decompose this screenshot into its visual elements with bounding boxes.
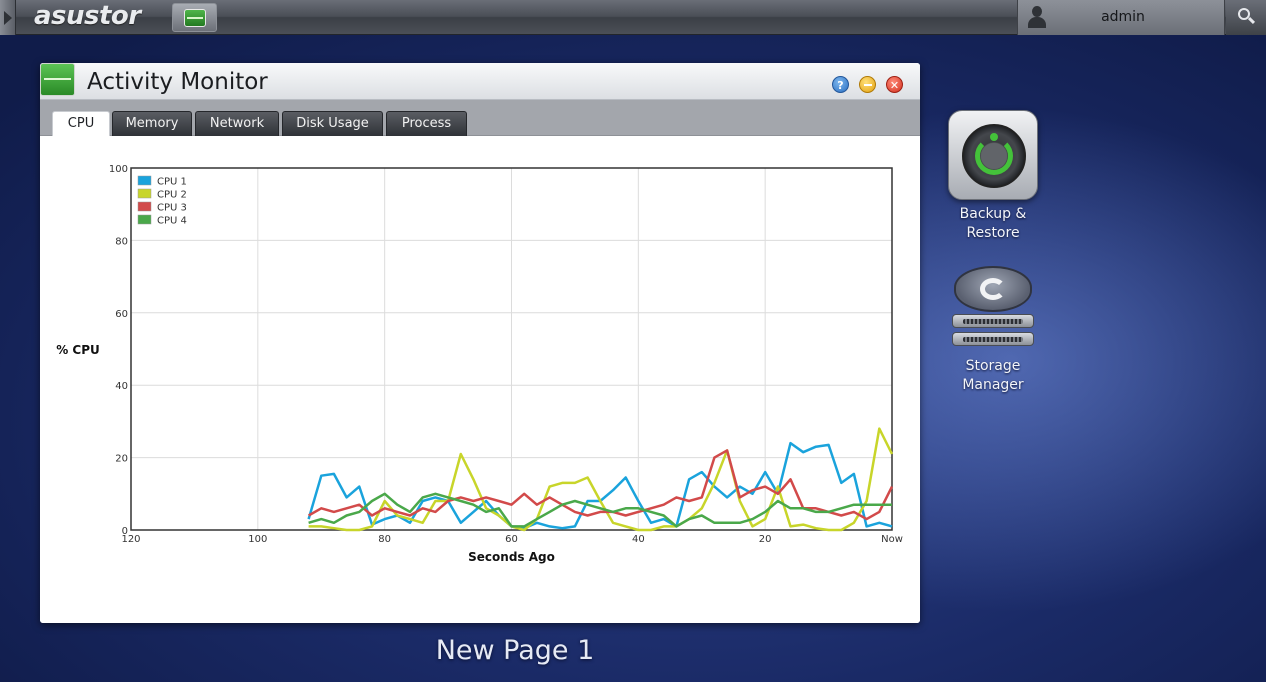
storage-manager-desktop-icon[interactable]: Storage Manager bbox=[943, 262, 1043, 395]
start-menu-handle[interactable] bbox=[0, 0, 16, 35]
window-title: Activity Monitor bbox=[87, 69, 268, 95]
activity-monitor-icon bbox=[184, 9, 206, 27]
question-icon: ? bbox=[837, 79, 844, 92]
activity-monitor-taskbar-button[interactable] bbox=[172, 3, 217, 32]
x-tick-label: 100 bbox=[248, 534, 267, 545]
backup-restore-icon bbox=[948, 110, 1038, 200]
legend-label: CPU 2 bbox=[157, 190, 187, 201]
tab-process[interactable]: Process bbox=[386, 111, 467, 136]
close-button[interactable]: ✕ bbox=[886, 76, 903, 93]
legend-swatch bbox=[137, 188, 152, 199]
legend-swatch bbox=[137, 201, 152, 212]
y-tick-label: 100 bbox=[109, 164, 128, 175]
x-tick-label: Now bbox=[881, 534, 903, 545]
cpu-usage-chart: 120 100 80 60 40 20 Now020406080100Seconds Ago… bbox=[56, 164, 903, 564]
taskbar: asustor admin bbox=[0, 0, 1266, 35]
tab-disk-usage[interactable]: Disk Usage bbox=[282, 111, 383, 136]
storage-manager-label: Storage Manager bbox=[962, 358, 1024, 393]
minus-icon bbox=[864, 84, 872, 86]
legend-label: CPU 3 bbox=[157, 203, 187, 214]
storage-manager-icon bbox=[948, 262, 1038, 352]
wrench-icon bbox=[980, 278, 1006, 300]
close-icon: ✕ bbox=[889, 79, 900, 92]
legend-swatch bbox=[137, 214, 152, 225]
activity-monitor-app-icon bbox=[40, 63, 75, 96]
backup-restore-label: Backup & Restore bbox=[959, 206, 1027, 241]
y-tick-label: 80 bbox=[115, 236, 128, 247]
y-tick-label: 0 bbox=[122, 526, 128, 537]
x-tick-label: 60 bbox=[505, 534, 518, 545]
y-axis-label: % CPU bbox=[56, 343, 100, 357]
desktop-page-label: New Page 1 bbox=[435, 635, 595, 666]
username-label: admin bbox=[1101, 9, 1145, 25]
x-tick-label: 40 bbox=[632, 534, 645, 545]
legend-label: CPU 4 bbox=[157, 216, 187, 227]
asustor-logo: asustor bbox=[34, 1, 141, 31]
triangle-right-icon bbox=[4, 11, 12, 25]
legend-label: CPU 1 bbox=[157, 177, 187, 188]
cpu-chart-area: 120 100 80 60 40 20 Now 0 20 40 60 80 100 Seconds Ago… bbox=[40, 136, 920, 623]
help-button[interactable]: ? bbox=[832, 76, 849, 93]
y-tick-label: 60 bbox=[115, 309, 128, 320]
y-tick-label: 40 bbox=[115, 381, 128, 392]
series-line-cpu-2 bbox=[308, 427, 894, 532]
x-tick-label: 80 bbox=[378, 534, 391, 545]
user-icon bbox=[1027, 6, 1047, 28]
tab-network[interactable]: Network bbox=[195, 111, 279, 136]
legend-swatch bbox=[137, 175, 152, 186]
x-tick-label: 20 bbox=[759, 534, 772, 545]
minimize-button[interactable] bbox=[859, 76, 876, 93]
tab-bar: CPU Memory Network Disk Usage Process bbox=[40, 100, 920, 137]
window-titlebar[interactable]: Activity Monitor ? ✕ bbox=[40, 63, 920, 100]
activity-monitor-window: Activity Monitor ? ✕ CPU Memory Network … bbox=[40, 63, 920, 623]
tab-memory[interactable]: Memory bbox=[112, 111, 192, 136]
y-tick-label: 20 bbox=[115, 454, 128, 465]
backup-restore-desktop-icon[interactable]: Backup & Restore bbox=[943, 110, 1043, 243]
search-button[interactable] bbox=[1226, 0, 1266, 35]
x-axis-label: Seconds Ago bbox=[468, 550, 555, 564]
user-menu[interactable]: admin bbox=[1017, 0, 1225, 35]
tab-cpu[interactable]: CPU bbox=[52, 111, 110, 137]
